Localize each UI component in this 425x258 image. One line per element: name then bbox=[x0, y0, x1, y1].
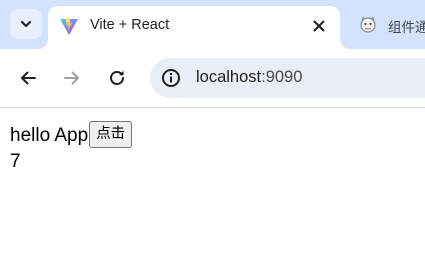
mascot-icon bbox=[360, 16, 376, 33]
url-port: :9090 bbox=[261, 68, 303, 86]
tab-search-button[interactable] bbox=[10, 9, 42, 39]
arrow-left-icon bbox=[21, 71, 36, 85]
click-button[interactable]: 点击 bbox=[89, 121, 133, 148]
back-button[interactable] bbox=[13, 63, 43, 93]
arrow-right-icon bbox=[64, 71, 79, 85]
vite-logo-icon bbox=[60, 17, 78, 35]
forward-button[interactable] bbox=[57, 63, 87, 93]
reload-button[interactable] bbox=[102, 63, 132, 93]
browser-toolbar: localhost:9090 bbox=[0, 49, 425, 107]
site-info-button[interactable] bbox=[160, 67, 182, 89]
browser-window: Vite + React 组件通 localhost:9090 hello Ap… bbox=[0, 0, 425, 258]
url-text: localhost:9090 bbox=[196, 68, 302, 87]
tab-strip: Vite + React 组件通 bbox=[0, 0, 425, 49]
tab-close-button[interactable] bbox=[308, 15, 330, 37]
tab-inactive[interactable]: 组件通 bbox=[350, 6, 425, 42]
chevron-down-icon bbox=[20, 20, 32, 28]
hello-text: hello App bbox=[10, 125, 89, 146]
tab-title: Vite + React bbox=[90, 17, 170, 33]
url-host: localhost bbox=[196, 68, 262, 86]
tab-active[interactable]: Vite + React bbox=[48, 6, 340, 49]
address-bar[interactable]: localhost:9090 bbox=[150, 58, 425, 98]
tab-inactive-title: 组件通 bbox=[388, 20, 425, 36]
hello-row: hello App 点击 bbox=[10, 121, 133, 148]
reload-icon bbox=[110, 70, 124, 85]
page-content: hello App 点击 7 bbox=[0, 108, 425, 258]
count-value: 7 bbox=[10, 151, 21, 172]
info-icon bbox=[162, 69, 180, 87]
close-icon bbox=[313, 20, 325, 32]
